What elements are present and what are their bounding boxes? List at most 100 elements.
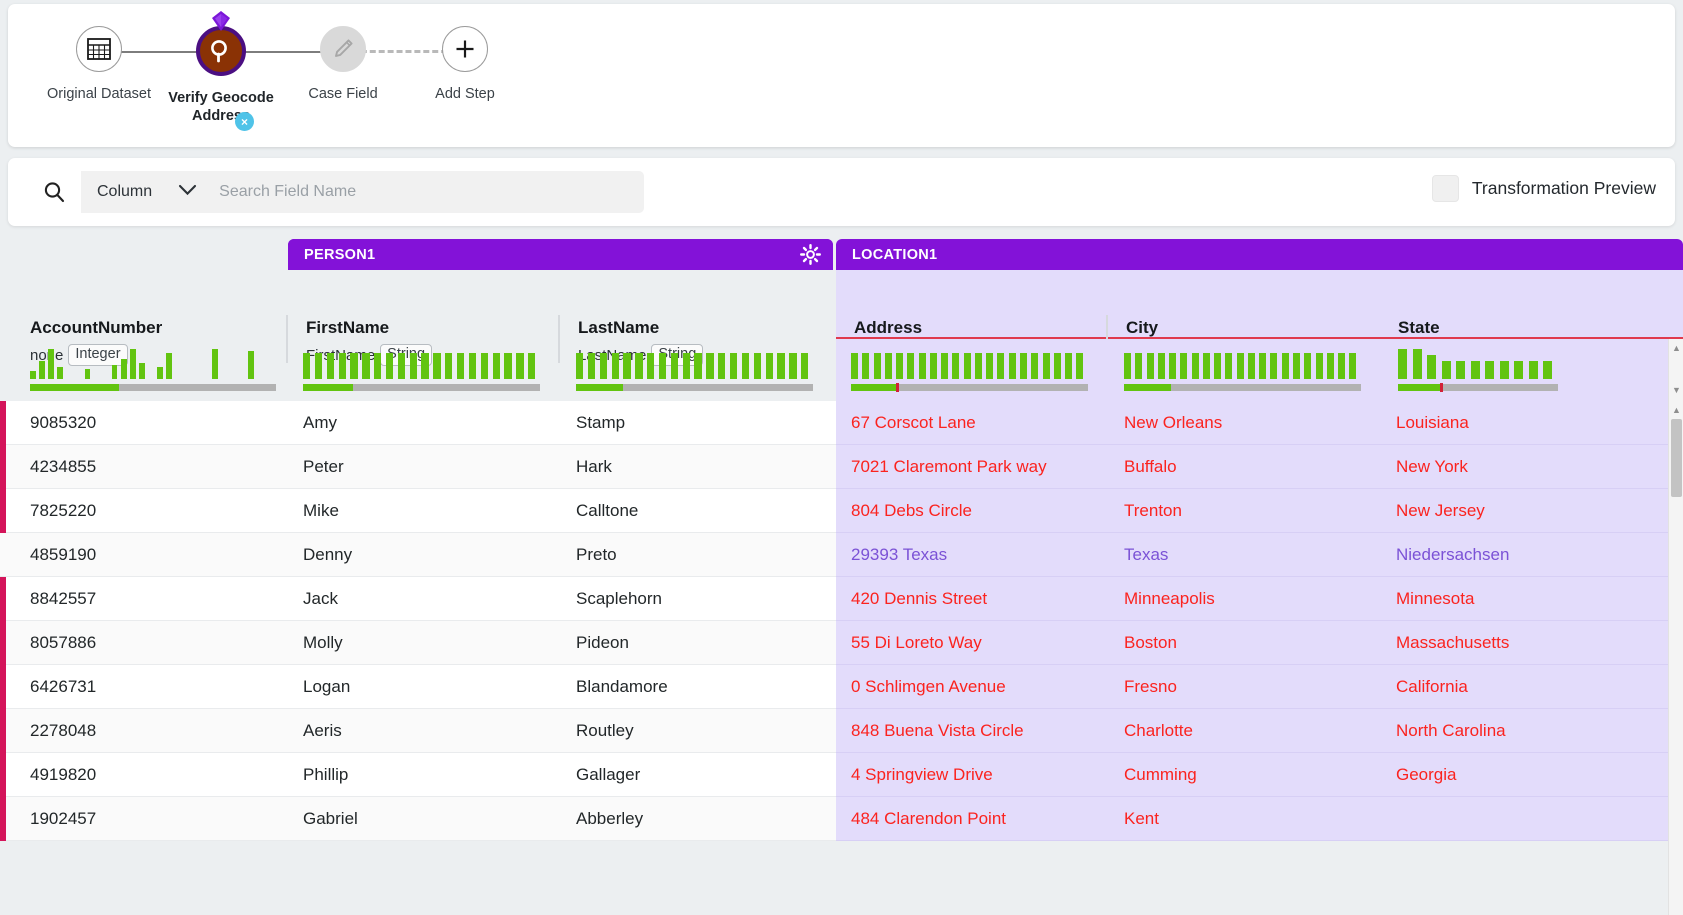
cell-accountnumber[interactable]: 4234855: [30, 445, 96, 489]
cell-address[interactable]: 67 Corscot Lane: [851, 401, 976, 445]
cell-address[interactable]: 0 Schlimgen Avenue: [851, 665, 1006, 709]
pipeline-step-case-field[interactable]: Case Field: [282, 26, 404, 103]
histogram-track[interactable]: [1124, 384, 1361, 391]
group-header-location1[interactable]: LOCATION1: [836, 239, 1683, 270]
table-row[interactable]: 1902457 Gabriel Abberley 484 Clarendon Poin…: [0, 797, 1683, 841]
cell-firstname[interactable]: Logan: [303, 665, 350, 709]
cell-state[interactable]: New York: [1396, 445, 1468, 489]
cell-firstname[interactable]: Aeris: [303, 709, 342, 753]
table-row[interactable]: 9085320 Amy Stamp 67 Corscot Lane New Orlean…: [0, 401, 1683, 445]
histogram-city[interactable]: [1124, 339, 1361, 401]
cell-address[interactable]: 55 Di Loreto Way: [851, 621, 982, 665]
table-row[interactable]: 4234855 Peter Hark 7021 Claremont Park way B…: [0, 445, 1683, 489]
cell-firstname[interactable]: Mike: [303, 489, 339, 533]
histogram-firstname[interactable]: [303, 339, 540, 401]
cell-city[interactable]: Buffalo: [1124, 445, 1177, 489]
cell-city[interactable]: Cumming: [1124, 753, 1197, 797]
cell-city[interactable]: Kent: [1124, 797, 1159, 841]
cell-city[interactable]: Fresno: [1124, 665, 1177, 709]
search-icon[interactable]: [26, 171, 81, 213]
cell-lastname[interactable]: Routley: [576, 709, 634, 753]
cell-lastname[interactable]: Preto: [576, 533, 617, 577]
cell-state[interactable]: New Jersey: [1396, 489, 1485, 533]
cell-firstname[interactable]: Phillip: [303, 753, 348, 797]
cell-lastname[interactable]: Stamp: [576, 401, 625, 445]
cell-lastname[interactable]: Abberley: [576, 797, 643, 841]
cell-accountnumber[interactable]: 9085320: [30, 401, 96, 445]
scroll-up-icon[interactable]: ▲: [1669, 403, 1683, 417]
histogram-track[interactable]: [576, 384, 813, 391]
cell-firstname[interactable]: Jack: [303, 577, 338, 621]
cell-firstname[interactable]: Amy: [303, 401, 337, 445]
scroll-down-icon[interactable]: ▼: [1669, 383, 1683, 397]
cell-city[interactable]: Boston: [1124, 621, 1177, 665]
cell-accountnumber[interactable]: 1902457: [30, 797, 96, 841]
cell-firstname[interactable]: Molly: [303, 621, 343, 665]
cell-address[interactable]: 4 Springview Drive: [851, 753, 993, 797]
gear-icon[interactable]: [800, 244, 821, 265]
cell-accountnumber[interactable]: 7825220: [30, 489, 96, 533]
remove-step-icon[interactable]: ×: [235, 112, 254, 131]
histogram-track[interactable]: [851, 383, 1088, 392]
pipeline-step-verify-geocode-address[interactable]: × Verify Geocode Address: [160, 11, 282, 131]
cell-firstname[interactable]: Denny: [303, 533, 352, 577]
search-scope-dropdown[interactable]: Column: [81, 171, 212, 213]
cell-state[interactable]: Minnesota: [1396, 577, 1474, 621]
cell-city[interactable]: New Orleans: [1124, 401, 1222, 445]
table-row[interactable]: 8842557 Jack Scaplehorn 420 Dennis Street Mi…: [0, 577, 1683, 621]
cell-accountnumber[interactable]: 4919820: [30, 753, 96, 797]
histogram-accountnumber[interactable]: [30, 339, 276, 401]
table-row[interactable]: 7825220 Mike Calltone 804 Debs Circle Trento…: [0, 489, 1683, 533]
cell-lastname[interactable]: Scaplehorn: [576, 577, 662, 621]
histogram-address[interactable]: [851, 339, 1088, 401]
table-row[interactable]: 4859190 Denny Preto 29393 Texas Texas Nieders…: [0, 533, 1683, 577]
table-row[interactable]: 8057886 Molly Pideon 55 Di Loreto Way Boston…: [0, 621, 1683, 665]
table-row[interactable]: 4919820 Phillip Gallager 4 Springview Drive…: [0, 753, 1683, 797]
cell-state[interactable]: California: [1396, 665, 1468, 709]
histogram-track[interactable]: [30, 384, 276, 391]
cell-accountnumber[interactable]: 2278048: [30, 709, 96, 753]
cell-state[interactable]: Niedersachsen: [1396, 533, 1509, 577]
cell-city[interactable]: Minneapolis: [1124, 577, 1215, 621]
cell-address[interactable]: 420 Dennis Street: [851, 577, 987, 621]
pipeline-step-add-step[interactable]: Add Step: [404, 26, 526, 103]
cell-address[interactable]: 804 Debs Circle: [851, 489, 972, 533]
cell-city[interactable]: Texas: [1124, 533, 1168, 577]
cell-accountnumber[interactable]: 8842557: [30, 577, 96, 621]
cell-firstname[interactable]: Gabriel: [303, 797, 358, 841]
cell-lastname[interactable]: Calltone: [576, 489, 638, 533]
cell-address[interactable]: 484 Clarendon Point: [851, 797, 1006, 841]
table-row[interactable]: 6426731 Logan Blandamore 0 Schlimgen Avenue…: [0, 665, 1683, 709]
table-row[interactable]: 2278048 Aeris Routley 848 Buena Vista Circl…: [0, 709, 1683, 753]
histogram-track[interactable]: [303, 384, 540, 391]
cell-address[interactable]: 848 Buena Vista Circle: [851, 709, 1024, 753]
scroll-up-icon[interactable]: ▲: [1669, 341, 1683, 355]
transformation-preview-toggle[interactable]: Transformation Preview: [1431, 175, 1656, 202]
cell-accountnumber[interactable]: 6426731: [30, 665, 96, 709]
cell-accountnumber[interactable]: 8057886: [30, 621, 96, 665]
cell-firstname[interactable]: Peter: [303, 445, 344, 489]
cell-accountnumber[interactable]: 4859190: [30, 533, 96, 577]
cell-lastname[interactable]: Gallager: [576, 753, 640, 797]
cell-city[interactable]: Trenton: [1124, 489, 1182, 533]
histogram-state[interactable]: [1398, 339, 1558, 401]
cell-state[interactable]: Massachusetts: [1396, 621, 1509, 665]
cell-state[interactable]: Georgia: [1396, 753, 1456, 797]
histogram-track[interactable]: [1398, 383, 1558, 392]
cell-city[interactable]: Charlotte: [1124, 709, 1193, 753]
cell-address[interactable]: 7021 Claremont Park way: [851, 445, 1047, 489]
pipeline-step-original-dataset[interactable]: Original Dataset: [38, 26, 160, 103]
cell-lastname[interactable]: Pideon: [576, 621, 629, 665]
cell-lastname[interactable]: Hark: [576, 445, 612, 489]
histogram-lastname[interactable]: [576, 339, 813, 401]
rows-scrollbar[interactable]: ▲: [1668, 401, 1683, 915]
cell-state[interactable]: Louisiana: [1396, 401, 1469, 445]
histogram-scrollbar[interactable]: ▲ ▼: [1668, 339, 1683, 401]
rows-scrollbar-thumb[interactable]: [1671, 419, 1682, 497]
cell-state[interactable]: North Carolina: [1396, 709, 1506, 753]
transformation-preview-checkbox[interactable]: [1431, 175, 1459, 202]
cell-lastname[interactable]: Blandamore: [576, 665, 668, 709]
group-header-person1[interactable]: PERSON1: [288, 239, 833, 270]
cell-address[interactable]: 29393 Texas: [851, 533, 947, 577]
search-input-wrapper[interactable]: Search Field Name: [211, 171, 644, 213]
